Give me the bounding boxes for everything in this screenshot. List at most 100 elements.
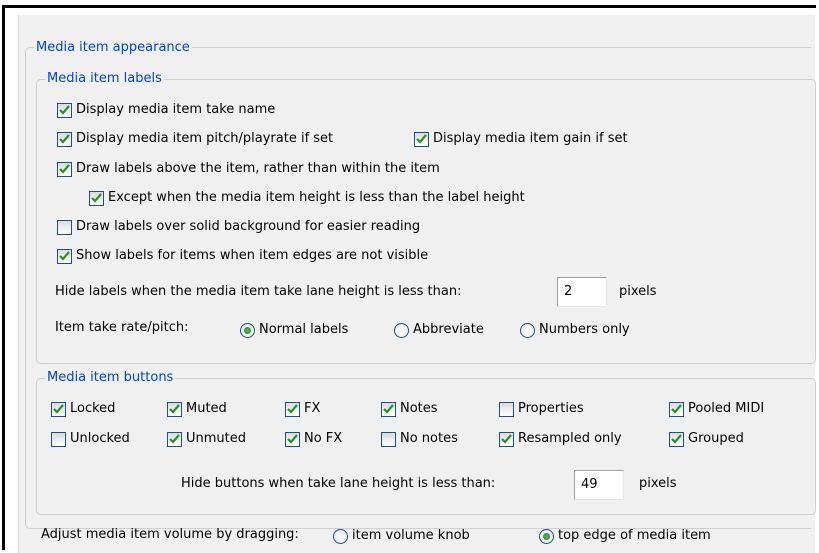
checkbox-box[interactable]: [51, 401, 66, 417]
checkmark-icon: [671, 434, 682, 444]
volume-drag-label: Adjust media item volume by dragging:: [41, 527, 299, 542]
media-item-labels-legend: Media item labels: [45, 71, 164, 87]
checkmark-icon: [416, 134, 427, 144]
checkmark-icon: [169, 434, 180, 444]
checkbox-box[interactable]: [51, 431, 66, 447]
labels-above-label: Draw labels above the item, rather than …: [76, 161, 440, 176]
checkmark-icon: [501, 434, 512, 444]
edges-not-visible-label: Show labels for items when item edges ar…: [76, 248, 429, 263]
radio-button[interactable]: [394, 322, 409, 338]
gain-label: Display media item gain if set: [433, 131, 628, 146]
checkbox-box[interactable]: [57, 131, 72, 147]
button-toggle-muted[interactable]: Muted: [167, 400, 227, 418]
radio-item-volume-knob-label: item volume knob: [352, 528, 470, 543]
labels-above-checkbox[interactable]: Draw labels above the item, rather than …: [57, 160, 440, 178]
button-toggle-label: Properties: [518, 401, 584, 416]
radio-dot-icon: [337, 533, 344, 540]
take-name-checkbox[interactable]: Display media item take name: [57, 101, 275, 119]
checkbox-box[interactable]: [381, 431, 396, 447]
pitch-label: Display media item pitch/playrate if set: [76, 131, 334, 146]
checkmark-icon: [287, 434, 298, 444]
checkmark-icon: [383, 404, 394, 414]
button-toggle-properties[interactable]: Properties: [499, 400, 584, 418]
button-toggle-label: FX: [304, 401, 321, 416]
button-toggle-label: Unlocked: [70, 431, 130, 446]
checkmark-icon: [671, 404, 682, 414]
gain-checkbox[interactable]: Display media item gain if set: [414, 130, 628, 148]
button-toggle-label: Muted: [186, 401, 227, 416]
button-toggle-label: No FX: [304, 431, 343, 446]
checkbox-box[interactable]: [57, 102, 72, 118]
preferences-panel: Media item appearance Media item labels …: [18, 15, 816, 553]
radio-button[interactable]: [240, 322, 255, 338]
rate-pitch-label: Item take rate/pitch:: [55, 320, 189, 335]
radio-top-edge[interactable]: top edge of media item: [539, 527, 711, 545]
button-toggle-locked[interactable]: Locked: [51, 400, 115, 418]
radio-dot-icon: [398, 327, 405, 334]
checkbox-box[interactable]: [499, 401, 514, 417]
radio-dot-icon: [244, 326, 251, 334]
checkbox-box[interactable]: [285, 401, 300, 417]
radio-abbreviate-label: Abbreviate: [413, 322, 484, 337]
radio-button[interactable]: [539, 528, 554, 544]
button-toggle-no-fx[interactable]: No FX: [285, 430, 342, 448]
checkmark-icon: [59, 134, 70, 144]
button-toggle-label: Pooled MIDI: [688, 401, 765, 416]
radio-item-volume-knob[interactable]: item volume knob: [333, 527, 470, 545]
checkmark-icon: [59, 251, 70, 261]
checkbox-box[interactable]: [669, 431, 684, 447]
checkbox-box[interactable]: [89, 190, 104, 206]
take-name-label: Display media item take name: [76, 102, 276, 117]
button-toggle-label: Grouped: [688, 431, 744, 446]
hide-labels-height-input[interactable]: 2: [557, 277, 607, 307]
radio-abbreviate[interactable]: Abbreviate: [394, 321, 484, 339]
radio-dot-icon: [524, 327, 531, 334]
checkbox-box[interactable]: [57, 219, 72, 235]
hide-buttons-height-input[interactable]: 49: [574, 470, 624, 500]
radio-numbers-only-label: Numbers only: [539, 322, 630, 337]
button-toggle-label: Notes: [400, 401, 438, 416]
checkmark-icon: [59, 105, 70, 115]
radio-normal-labels[interactable]: Normal labels: [240, 321, 348, 339]
radio-numbers-only[interactable]: Numbers only: [520, 321, 630, 339]
hide-buttons-label: Hide buttons when take lane height is le…: [181, 476, 496, 491]
checkbox-box[interactable]: [414, 131, 429, 147]
edges-not-visible-checkbox[interactable]: Show labels for items when item edges ar…: [57, 247, 428, 265]
checkbox-box[interactable]: [57, 248, 72, 264]
radio-button[interactable]: [520, 322, 535, 338]
checkbox-box[interactable]: [57, 161, 72, 177]
button-toggle-unlocked[interactable]: Unlocked: [51, 430, 130, 448]
button-toggle-fx[interactable]: FX: [285, 400, 320, 418]
checkbox-box[interactable]: [499, 431, 514, 447]
button-toggle-unmuted[interactable]: Unmuted: [167, 430, 246, 448]
except-height-checkbox[interactable]: Except when the media item height is les…: [89, 189, 525, 207]
checkmark-icon: [53, 404, 64, 414]
button-toggle-label: Resampled only: [518, 431, 622, 446]
checkbox-box[interactable]: [167, 401, 182, 417]
hide-buttons-unit: pixels: [639, 476, 677, 491]
radio-button[interactable]: [333, 528, 348, 544]
checkmark-icon: [59, 164, 70, 174]
button-toggle-label: No notes: [400, 431, 458, 446]
button-toggle-pooled-midi[interactable]: Pooled MIDI: [669, 400, 764, 418]
checkmark-icon: [91, 193, 102, 203]
checkbox-box[interactable]: [381, 401, 396, 417]
checkbox-box[interactable]: [167, 431, 182, 447]
media-item-appearance-legend: Media item appearance: [34, 40, 192, 56]
hide-labels-label: Hide labels when the media item take lan…: [55, 284, 462, 299]
hide-labels-unit: pixels: [619, 284, 657, 299]
button-toggle-notes[interactable]: Notes: [381, 400, 438, 418]
except-height-label: Except when the media item height is les…: [108, 190, 525, 205]
solid-background-checkbox[interactable]: Draw labels over solid background for ea…: [57, 218, 420, 236]
pitch-checkbox[interactable]: Display media item pitch/playrate if set: [57, 130, 333, 148]
button-toggle-label: Unmuted: [186, 431, 247, 446]
button-toggle-resampled-only[interactable]: Resampled only: [499, 430, 622, 448]
checkbox-box[interactable]: [285, 431, 300, 447]
checkbox-box[interactable]: [669, 401, 684, 417]
button-toggle-no-notes[interactable]: No notes: [381, 430, 458, 448]
button-toggle-grouped[interactable]: Grouped: [669, 430, 744, 448]
media-item-buttons-legend: Media item buttons: [45, 370, 176, 386]
radio-normal-labels-label: Normal labels: [259, 322, 349, 337]
radio-top-edge-label: top edge of media item: [558, 528, 711, 543]
radio-dot-icon: [543, 532, 550, 540]
